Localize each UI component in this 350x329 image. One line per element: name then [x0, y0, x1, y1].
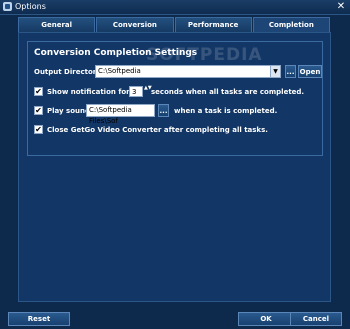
open-button[interactable]: Open: [298, 65, 322, 78]
play-sound-checkbox[interactable]: ✔: [34, 106, 43, 115]
sound-browse-button[interactable]: ...: [158, 104, 169, 117]
close-app-label: Close GetGo Video Converter after comple…: [47, 126, 268, 134]
spin-arrows-icon[interactable]: ▲▼: [144, 86, 152, 97]
tab-conversion[interactable]: Conversion: [96, 17, 174, 32]
app-icon: [3, 2, 12, 11]
tab-content-panel: SOFTPEDIA Conversion Completion Settings…: [18, 32, 331, 302]
window-title: Options: [15, 2, 46, 11]
tab-performance[interactable]: Performance: [174, 17, 252, 32]
ok-button[interactable]: OK: [238, 312, 294, 326]
notification-seconds-input[interactable]: 3: [129, 86, 143, 97]
tab-general[interactable]: General: [18, 17, 96, 32]
section-title: Conversion Completion Settings: [34, 48, 198, 58]
play-sound-suffix-label: when a task is completed.: [174, 107, 278, 115]
play-sound-label: Play sound: [47, 107, 90, 115]
close-app-checkbox[interactable]: ✔: [34, 125, 43, 134]
tab-bar: General Conversion Performance Completio…: [18, 17, 331, 32]
tab-completion[interactable]: Completion: [252, 17, 330, 32]
output-browse-button[interactable]: ...: [285, 65, 296, 78]
output-directory-value: C:\Softpedia: [98, 67, 141, 75]
dropdown-arrow-icon[interactable]: ▼: [270, 66, 280, 77]
output-directory-combo[interactable]: C:\Softpedia ▼: [95, 65, 281, 78]
output-directory-label: Output Directory:: [34, 68, 104, 76]
completion-settings-group: SOFTPEDIA Conversion Completion Settings…: [27, 41, 323, 156]
title-bar: Options ✕: [0, 0, 350, 15]
cancel-button[interactable]: Cancel: [290, 312, 342, 326]
notification-suffix-label: seconds when all tasks are completed.: [151, 88, 305, 96]
sound-file-input[interactable]: C:\Softpedia Files\Sof: [86, 104, 155, 125]
reset-button[interactable]: Reset: [8, 312, 70, 326]
show-notification-label: Show notification for: [47, 88, 130, 96]
close-icon[interactable]: ✕: [335, 1, 347, 13]
show-notification-checkbox[interactable]: ✔: [34, 87, 43, 96]
